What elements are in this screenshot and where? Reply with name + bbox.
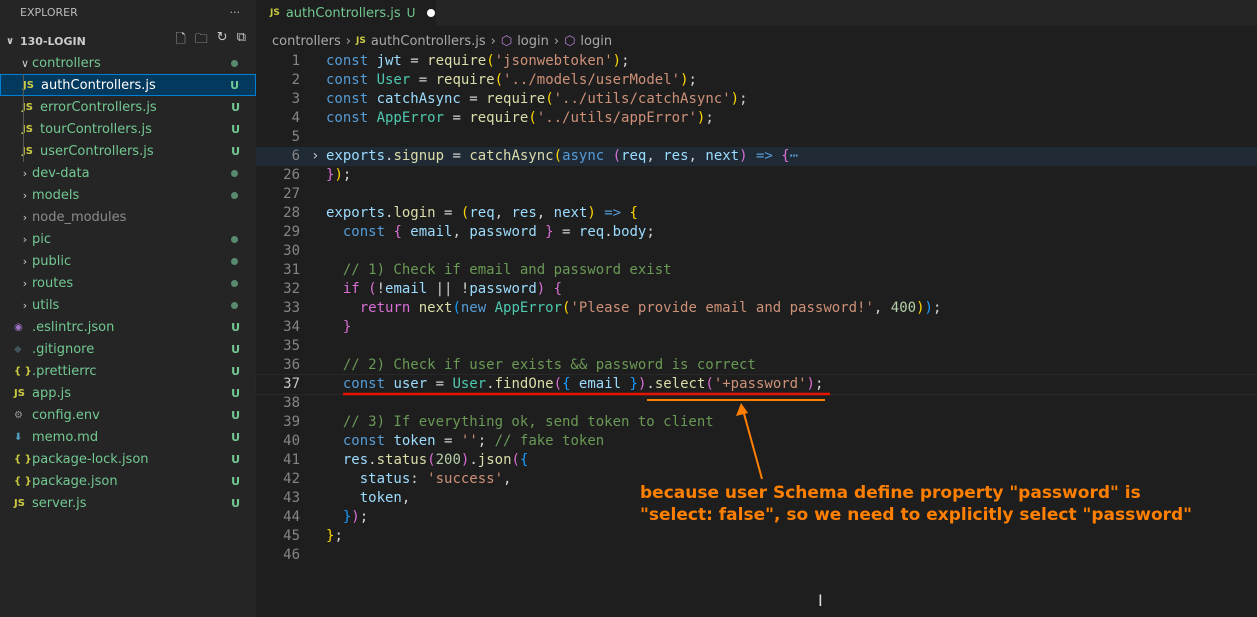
annotation-line-2: "select: false", so we need to explicitl… <box>640 505 1193 525</box>
text-cursor-icon: I <box>818 591 823 610</box>
annotation-line-1: because user Schema define property "pas… <box>640 483 1141 503</box>
annotation-text: because user Schema define property "pas… <box>640 482 1192 526</box>
annotation-arrow <box>742 409 763 480</box>
arrow-head-icon <box>736 403 748 416</box>
